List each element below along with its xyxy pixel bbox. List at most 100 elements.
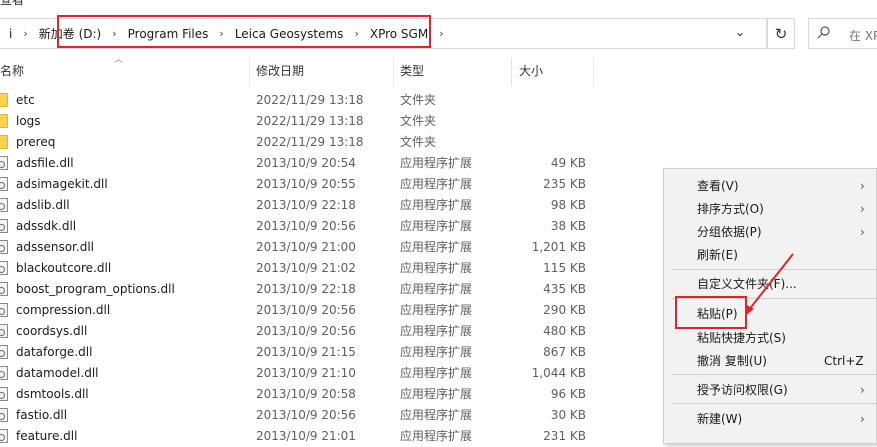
chevron-right-icon: › [860, 179, 865, 193]
file-date: 2013/10/9 20:56 [256, 219, 356, 233]
search-icon [817, 25, 831, 43]
chevron-right-icon: › [860, 383, 865, 397]
file-date: 2013/10/9 22:18 [256, 282, 356, 296]
menu-item-group-by[interactable]: 分组依据(P) › [664, 221, 877, 243]
file-date: 2013/10/9 21:15 [256, 345, 356, 359]
folder-icon [0, 114, 8, 128]
file-type: 应用程序扩展 [400, 240, 473, 254]
dll-icon [0, 366, 8, 380]
menu-item-view[interactable]: 查看(V) › [664, 175, 877, 197]
column-header-size[interactable]: 大小 [519, 58, 543, 86]
file-date: 2022/11/29 13:18 [256, 93, 364, 107]
file-type: 应用程序扩展 [400, 219, 473, 233]
file-date: 2013/10/9 20:58 [256, 387, 356, 401]
dll-icon [0, 282, 8, 296]
file-name: etc [16, 93, 35, 107]
file-size: 1,201 KB [531, 240, 586, 254]
menu-item-refresh[interactable]: 刷新(E) [664, 244, 877, 266]
chevron-right-icon[interactable]: › [14, 27, 36, 40]
file-type: 应用程序扩展 [400, 198, 473, 212]
dll-icon [0, 240, 8, 254]
file-size: 98 KB [550, 198, 586, 212]
column-header-name[interactable]: 名称 [0, 58, 24, 86]
menu-item-label: 撤消 复制(U) [697, 354, 767, 368]
breadcrumb-left-fragment: i [9, 26, 13, 41]
file-size: 235 KB [543, 177, 586, 191]
file-name: datamodel.dll [16, 366, 99, 380]
menu-separator [672, 374, 876, 375]
dll-icon [0, 156, 8, 170]
file-name: boost_program_options.dll [16, 282, 175, 296]
file-type: 文件夹 [400, 135, 437, 149]
file-size: 49 KB [550, 156, 586, 170]
menu-item-shortcut: Ctrl+Z [824, 354, 864, 368]
table-row[interactable]: logs 2022/11/29 13:18 文件夹 [0, 111, 877, 132]
chevron-right-icon[interactable]: › [430, 27, 452, 40]
column-divider[interactable] [511, 58, 512, 86]
window-title-strip: 查看 [0, 0, 877, 12]
dll-icon [0, 324, 8, 338]
file-name: adsfile.dll [16, 156, 74, 170]
file-type: 应用程序扩展 [400, 366, 473, 380]
chevron-right-icon: › [860, 225, 865, 239]
window-title-fragment: 查看 [0, 0, 25, 7]
file-date: 2013/10/9 20:56 [256, 408, 356, 422]
file-date: 2013/10/9 20:56 [256, 303, 356, 317]
file-type: 应用程序扩展 [400, 324, 473, 338]
menu-item-label: 排序方式(O) [697, 202, 764, 216]
dll-icon [0, 345, 8, 359]
menu-item-label: 新建(W) [697, 412, 743, 426]
file-name: adslib.dll [16, 198, 70, 212]
file-date: 2013/10/9 20:56 [256, 324, 356, 338]
menu-item-label: 查看(V) [697, 179, 739, 193]
file-size: 1,044 KB [531, 366, 586, 380]
column-header-date[interactable]: 修改日期 [256, 58, 304, 86]
highlight-box-paste [675, 296, 747, 329]
search-box[interactable]: 在 XPr [808, 18, 877, 49]
menu-item-undo-copy[interactable]: 撤消 复制(U) Ctrl+Z [664, 350, 877, 372]
highlight-box-address [57, 15, 431, 48]
refresh-button[interactable]: ↻ [767, 18, 795, 49]
file-type: 应用程序扩展 [400, 261, 473, 275]
file-type: 应用程序扩展 [400, 408, 473, 422]
column-header-type[interactable]: 类型 [400, 58, 424, 86]
menu-item-new[interactable]: 新建(W) › [664, 408, 877, 430]
menu-item-label: 分组依据(P) [697, 225, 762, 239]
column-divider[interactable] [593, 58, 594, 86]
column-divider[interactable] [249, 58, 250, 86]
file-size: 96 KB [550, 387, 586, 401]
file-size: 480 KB [543, 324, 586, 338]
menu-item-paste-shortcut[interactable]: 粘贴快捷方式(S) [664, 327, 877, 349]
file-type: 应用程序扩展 [400, 303, 473, 317]
menu-item-give-access[interactable]: 授予访问权限(G) › [664, 379, 877, 401]
file-date: 2022/11/29 13:18 [256, 135, 364, 149]
file-date: 2013/10/9 21:00 [256, 240, 356, 254]
file-size: 38 KB [550, 219, 586, 233]
column-divider[interactable] [393, 58, 394, 86]
table-row[interactable]: etc 2022/11/29 13:18 文件夹 [0, 90, 877, 111]
file-date: 2013/10/9 20:55 [256, 177, 356, 191]
file-size: 435 KB [543, 282, 586, 296]
menu-item-sort-by[interactable]: 排序方式(O) › [664, 198, 877, 220]
file-date: 2013/10/9 22:18 [256, 198, 356, 212]
file-date: 2022/11/29 13:18 [256, 114, 364, 128]
dll-icon [0, 303, 8, 317]
file-name: adsimagekit.dll [16, 177, 108, 191]
file-name: blackoutcore.dll [16, 261, 112, 275]
chevron-down-icon[interactable]: ⌄ [735, 25, 745, 39]
file-name: prereq [16, 135, 56, 149]
folder-icon [0, 93, 8, 107]
file-name: dataforge.dll [16, 345, 93, 359]
menu-item-label: 刷新(E) [697, 248, 738, 262]
table-row[interactable]: prereq 2022/11/29 13:18 文件夹 [0, 132, 877, 153]
file-type: 应用程序扩展 [400, 177, 473, 191]
file-name: dsmtools.dll [16, 387, 89, 401]
file-type: 应用程序扩展 [400, 345, 473, 359]
file-size: 115 KB [543, 261, 586, 275]
menu-item-customize-folder[interactable]: 自定义文件夹(F)... [664, 273, 877, 295]
file-date: 2013/10/9 21:02 [256, 261, 356, 275]
dll-icon [0, 177, 8, 191]
file-size: 867 KB [543, 345, 586, 359]
file-size: 290 KB [543, 303, 586, 317]
file-type: 应用程序扩展 [400, 156, 473, 170]
